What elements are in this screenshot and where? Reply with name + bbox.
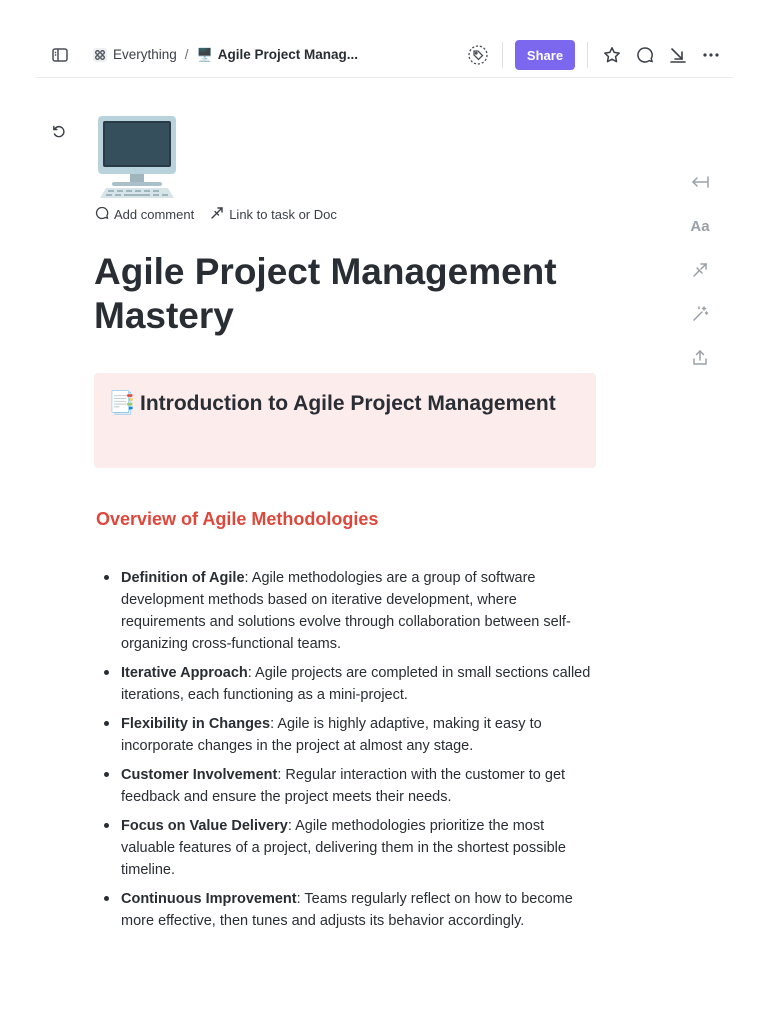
list-item-term: Flexibility in Changes: [121, 716, 271, 732]
list-item[interactable]: Focus on Value Delivery: Agile methodolo…: [104, 815, 591, 881]
collapse-arrow-icon[interactable]: [666, 43, 690, 67]
list-item[interactable]: Flexibility in Changes: Agile is highly …: [104, 713, 591, 757]
sidebar-toggle-icon[interactable]: [48, 43, 72, 67]
list-item-term: Customer Involvement: [121, 767, 278, 783]
tag-icon[interactable]: [466, 43, 490, 67]
link-task-button[interactable]: Link to task or Doc: [210, 206, 337, 223]
list-item-term: Continuous Improvement: [121, 891, 297, 907]
breadcrumb-everything[interactable]: Everything: [92, 47, 177, 63]
callout-block[interactable]: 📑 Introduction to Agile Project Manageme…: [94, 373, 596, 468]
list-item[interactable]: Definition of Agile: Agile methodologies…: [104, 567, 591, 655]
breadcrumb-everything-label: Everything: [113, 47, 177, 62]
share-button[interactable]: Share: [515, 40, 575, 70]
page-title[interactable]: Agile Project Management Mastery: [94, 250, 614, 338]
list-item-term: Focus on Value Delivery: [121, 818, 288, 834]
list-item-term: Iterative Approach: [121, 665, 248, 681]
bookmark-tabs-icon: 📑: [108, 390, 136, 415]
link-icon: [210, 206, 224, 223]
more-options-icon[interactable]: [699, 43, 723, 67]
comment-icon[interactable]: [633, 43, 657, 67]
list-item[interactable]: Iterative Approach: Agile projects are c…: [104, 662, 591, 706]
section-heading[interactable]: Overview of Agile Methodologies: [96, 509, 378, 530]
top-bar: Everything / 🖥️ Agile Project Manag... S…: [36, 32, 733, 78]
list-item[interactable]: Continuous Improvement: Teams regularly …: [104, 888, 591, 932]
breadcrumb-current-doc[interactable]: 🖥️ Agile Project Manag...: [197, 47, 358, 63]
link-arrows-icon[interactable]: [688, 258, 712, 282]
breadcrumb: Everything / 🖥️ Agile Project Manag...: [92, 47, 358, 63]
font-settings-icon[interactable]: Aa: [688, 214, 712, 238]
undo-icon[interactable]: [51, 124, 67, 145]
list-item-term: Definition of Agile: [121, 570, 245, 586]
export-icon[interactable]: [688, 346, 712, 370]
magic-wand-icon[interactable]: [688, 302, 712, 326]
bullet-list: Definition of Agile: Agile methodologies…: [104, 567, 591, 939]
list-item[interactable]: Customer Involvement: Regular interactio…: [104, 764, 591, 808]
divider: [587, 42, 588, 68]
add-comment-button[interactable]: Add comment: [95, 206, 194, 223]
grid-icon: [92, 47, 108, 63]
top-actions: Share: [466, 40, 723, 70]
comment-icon: [95, 206, 109, 223]
doc-icon-computer[interactable]: [96, 114, 178, 200]
breadcrumb-separator: /: [184, 47, 189, 62]
divider: [502, 42, 503, 68]
doc-emoji-icon: 🖥️: [196, 46, 213, 62]
side-toolbar: Aa: [688, 170, 712, 370]
callout-heading: Introduction to Agile Project Management: [140, 392, 556, 415]
star-icon[interactable]: [600, 43, 624, 67]
add-comment-label: Add comment: [114, 207, 195, 222]
doc-actions: Add comment Link to task or Doc: [95, 206, 337, 223]
collapse-left-icon[interactable]: [688, 170, 712, 194]
link-task-label: Link to task or Doc: [229, 207, 337, 222]
breadcrumb-doc-label: Agile Project Manag...: [217, 47, 359, 62]
